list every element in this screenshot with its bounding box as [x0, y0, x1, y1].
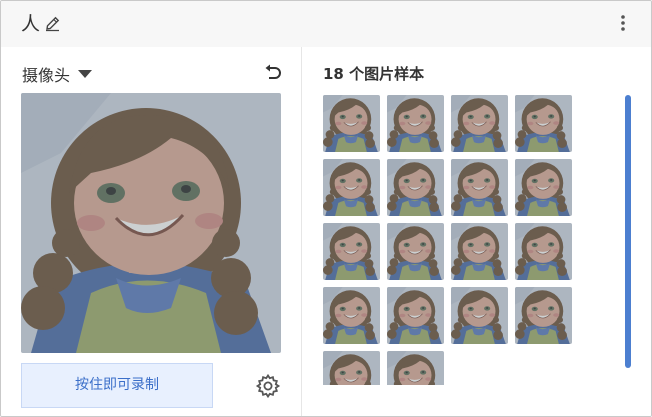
sample-thumbnail[interactable]	[323, 223, 380, 280]
teachable-class-card: 人 摄像头 按住即可录制 18 个图片样本	[0, 0, 652, 417]
webcam-preview	[21, 93, 281, 353]
sample-thumbnail[interactable]	[387, 351, 444, 385]
samples-scrollbar[interactable]	[625, 95, 631, 368]
sample-thumbnail[interactable]	[387, 95, 444, 152]
more-vert-icon[interactable]	[613, 13, 633, 33]
scrollbar-thumb[interactable]	[625, 95, 631, 368]
pen-icon[interactable]	[44, 15, 61, 32]
webcam-panel: 摄像头 按住即可录制	[1, 47, 301, 416]
sample-thumbnail[interactable]	[323, 95, 380, 152]
sample-thumbnail[interactable]	[387, 223, 444, 280]
caret-down-icon	[78, 70, 93, 78]
class-name-label[interactable]: 人	[21, 11, 40, 37]
sample-thumbnail[interactable]	[515, 287, 572, 344]
hold-to-record-button[interactable]: 按住即可录制	[21, 363, 213, 408]
sample-thumbnail[interactable]	[515, 223, 572, 280]
sample-thumbnail[interactable]	[387, 287, 444, 344]
sample-thumbnail[interactable]	[323, 351, 380, 385]
sample-thumbnail[interactable]	[451, 287, 508, 344]
undo-icon[interactable]	[262, 62, 284, 84]
sample-thumbnail[interactable]	[451, 223, 508, 280]
sample-thumbnail[interactable]	[451, 95, 508, 152]
sample-thumbnail[interactable]	[323, 287, 380, 344]
sample-thumbnail[interactable]	[515, 159, 572, 216]
camera-source-dropdown[interactable]: 摄像头	[22, 63, 93, 85]
sample-count-title: 18 个图片样本	[323, 65, 425, 83]
camera-source-label: 摄像头	[22, 66, 71, 85]
samples-panel: 18 个图片样本	[302, 47, 651, 416]
gear-icon[interactable]	[255, 373, 281, 399]
sample-grid	[323, 95, 583, 385]
sample-thumbnail[interactable]	[387, 159, 444, 216]
sample-thumbnail[interactable]	[323, 159, 380, 216]
card-header: 人	[1, 1, 651, 47]
sample-thumbnail[interactable]	[515, 95, 572, 152]
sample-thumbnail[interactable]	[451, 159, 508, 216]
